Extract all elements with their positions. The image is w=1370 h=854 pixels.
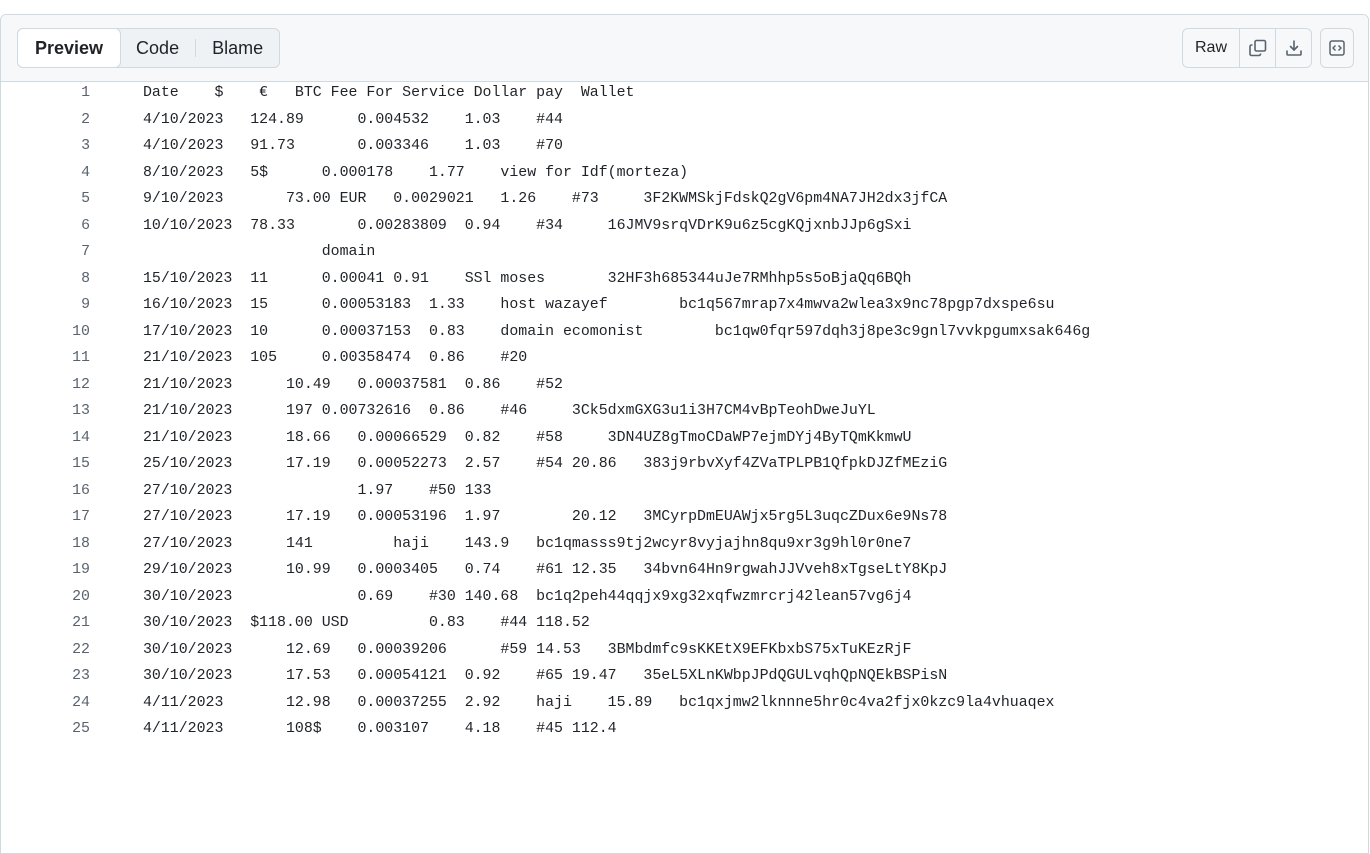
view-mode-switcher: Preview Code Blame (17, 28, 281, 68)
line-content: 4/10/2023 91.73 0.003346 1.03 #70 (143, 138, 563, 154)
line-number[interactable]: 11 (0, 345, 90, 372)
code-line: 19 29/10/2023 10.99 0.0003405 0.74 #61 12… (0, 557, 1370, 584)
download-icon (1284, 38, 1304, 58)
line-content: 17/10/2023 10 0.00037153 0.83 domain eco… (143, 323, 1091, 340)
line-number[interactable]: 12 (0, 372, 90, 399)
line-number[interactable]: 10 (0, 319, 90, 346)
code-line: 12 21/10/2023 10.49 0.00037581 0.86 #52 (0, 372, 1370, 399)
code-line: 18 27/10/2023 141 haji 143.9 bc1qmasss9tj… (0, 531, 1370, 558)
code-line: 15 25/10/2023 17.19 0.00052273 2.57 #54 2… (0, 451, 1370, 478)
line-content: 27/10/2023 17.19 0.00053196 1.97 20.12 3… (143, 509, 948, 525)
line-number[interactable]: 20 (0, 584, 90, 611)
line-number[interactable]: 5 (0, 186, 90, 213)
line-content: 10/10/2023 78.33 0.00283809 0.94 #34 16J… (143, 217, 912, 234)
copy-raw-button[interactable] (1239, 29, 1275, 67)
code-line: 2 4/10/2023 124.89 0.004532 1.03 #44 (0, 107, 1370, 134)
line-number[interactable]: 8 (0, 266, 90, 293)
line-number[interactable]: 14 (0, 425, 90, 452)
line-content: 21/10/2023 10.49 0.00037581 0.86 #52 (143, 376, 563, 393)
line-content: 30/10/2023 0.69 #30 140.68 bc1q2peh44qqj… (143, 588, 912, 605)
code-line: 8 15/10/2023 11 0.00041 0.91 SSl moses 32… (0, 266, 1370, 293)
code-line: 17 27/10/2023 17.19 0.00053196 1.97 20.12… (0, 504, 1370, 531)
line-content: domain (143, 244, 376, 260)
download-button[interactable] (1275, 29, 1311, 67)
line-number[interactable]: 17 (0, 504, 90, 531)
code-line: 20 30/10/2023 0.69 #30 140.68 bc1q2peh44q… (0, 584, 1370, 611)
file-actions: Raw (1181, 28, 1312, 68)
line-content: 21/10/2023 18.66 0.00066529 0.82 #58 3DN… (143, 429, 912, 446)
line-number[interactable]: 23 (0, 663, 90, 690)
line-content: 4/11/2023 108$ 0.003107 4.18 #45 112.4 (143, 721, 617, 737)
tab-blame[interactable]: Blame (196, 29, 279, 67)
tab-code[interactable]: Code (120, 29, 195, 67)
code-line: 14 21/10/2023 18.66 0.00066529 0.82 #58 3… (0, 425, 1370, 452)
line-content: 27/10/2023 1.97 #50 133 (143, 482, 492, 499)
line-number[interactable]: 1 (0, 80, 90, 107)
code-line: 1 Date $ € BTC Fee For Service Dollar pay… (0, 80, 1370, 107)
code-line: 7 domain (0, 239, 1370, 266)
line-number[interactable]: 18 (0, 531, 90, 558)
symbols-panel-button[interactable] (1320, 28, 1354, 68)
line-content: Date $ € BTC Fee For Service Dollar pay … (143, 85, 635, 101)
code-line: 21 30/10/2023 $118.00 USD 0.83 #44 118.52 (0, 610, 1370, 637)
line-content: 15/10/2023 11 0.00041 0.91 SSl moses 32H… (143, 270, 912, 287)
code-line: 6 10/10/2023 78.33 0.00283809 0.94 #34 16… (0, 213, 1370, 240)
line-number[interactable]: 6 (0, 213, 90, 240)
line-number[interactable]: 21 (0, 610, 90, 637)
line-number[interactable]: 13 (0, 398, 90, 425)
code-line: 24 4/11/2023 12.98 0.00037255 2.92 haji 1… (0, 690, 1370, 717)
code-line: 4 8/10/2023 5$ 0.000178 1.77 view for Idf… (0, 160, 1370, 187)
file-header: Preview Code Blame Raw (1, 15, 1368, 82)
line-content: 16/10/2023 15 0.00053183 1.33 host wazay… (143, 297, 1055, 313)
code-line: 9 16/10/2023 15 0.00053183 1.33 host waza… (0, 292, 1370, 319)
line-number[interactable]: 24 (0, 690, 90, 717)
line-content: 25/10/2023 17.19 0.00052273 2.57 #54 20.… (143, 456, 948, 472)
line-number[interactable]: 19 (0, 557, 90, 584)
code-line: 16 27/10/2023 1.97 #50 133 (0, 478, 1370, 505)
line-content: 8/10/2023 5$ 0.000178 1.77 view for Idf(… (143, 164, 689, 181)
line-number[interactable]: 3 (0, 133, 90, 160)
line-content: 4/11/2023 12.98 0.00037255 2.92 haji 15.… (143, 694, 1055, 711)
raw-button[interactable]: Raw (1183, 29, 1239, 67)
code-line: 11 21/10/2023 105 0.00358474 0.86 #20 (0, 345, 1370, 372)
line-content: 30/10/2023 17.53 0.00054121 0.92 #65 19.… (143, 668, 948, 684)
code-line: 5 9/10/2023 73.00 EUR 0.0029021 1.26 #73 … (0, 186, 1370, 213)
line-content: 4/10/2023 124.89 0.004532 1.03 #44 (143, 111, 563, 128)
line-content: 21/10/2023 197 0.00732616 0.86 #46 3Ck5d… (143, 403, 876, 419)
code-symbols-icon (1328, 39, 1346, 57)
code-line: 23 30/10/2023 17.53 0.00054121 0.92 #65 1… (0, 663, 1370, 690)
code-line: 22 30/10/2023 12.69 0.00039206 #59 14.53 … (0, 637, 1370, 664)
code-view: 1 Date $ € BTC Fee For Service Dollar pay… (0, 80, 1370, 743)
code-line: 3 4/10/2023 91.73 0.003346 1.03 #70 (0, 133, 1370, 160)
line-content: 30/10/2023 12.69 0.00039206 #59 14.53 3B… (143, 641, 912, 658)
line-content: 30/10/2023 $118.00 USD 0.83 #44 118.52 (143, 615, 590, 631)
line-content: 29/10/2023 10.99 0.0003405 0.74 #61 12.3… (143, 562, 948, 578)
tab-preview[interactable]: Preview (17, 28, 122, 68)
line-number[interactable]: 22 (0, 637, 90, 664)
line-number[interactable]: 4 (0, 160, 90, 187)
line-number[interactable]: 9 (0, 292, 90, 319)
line-content: 9/10/2023 73.00 EUR 0.0029021 1.26 #73 3… (143, 191, 948, 207)
line-content: 21/10/2023 105 0.00358474 0.86 #20 (143, 350, 528, 366)
line-number[interactable]: 7 (0, 239, 90, 266)
line-number[interactable]: 2 (0, 107, 90, 134)
code-line: 25 4/11/2023 108$ 0.003107 4.18 #45 112.4 (0, 716, 1370, 743)
line-number[interactable]: 25 (0, 716, 90, 743)
copy-icon (1248, 38, 1268, 58)
code-line: 13 21/10/2023 197 0.00732616 0.86 #46 3Ck… (0, 398, 1370, 425)
code-line: 10 17/10/2023 10 0.00037153 0.83 domain e… (0, 319, 1370, 346)
line-number[interactable]: 16 (0, 478, 90, 505)
line-content: 27/10/2023 141 haji 143.9 bc1qmasss9tj2w… (143, 535, 912, 552)
line-number[interactable]: 15 (0, 451, 90, 478)
